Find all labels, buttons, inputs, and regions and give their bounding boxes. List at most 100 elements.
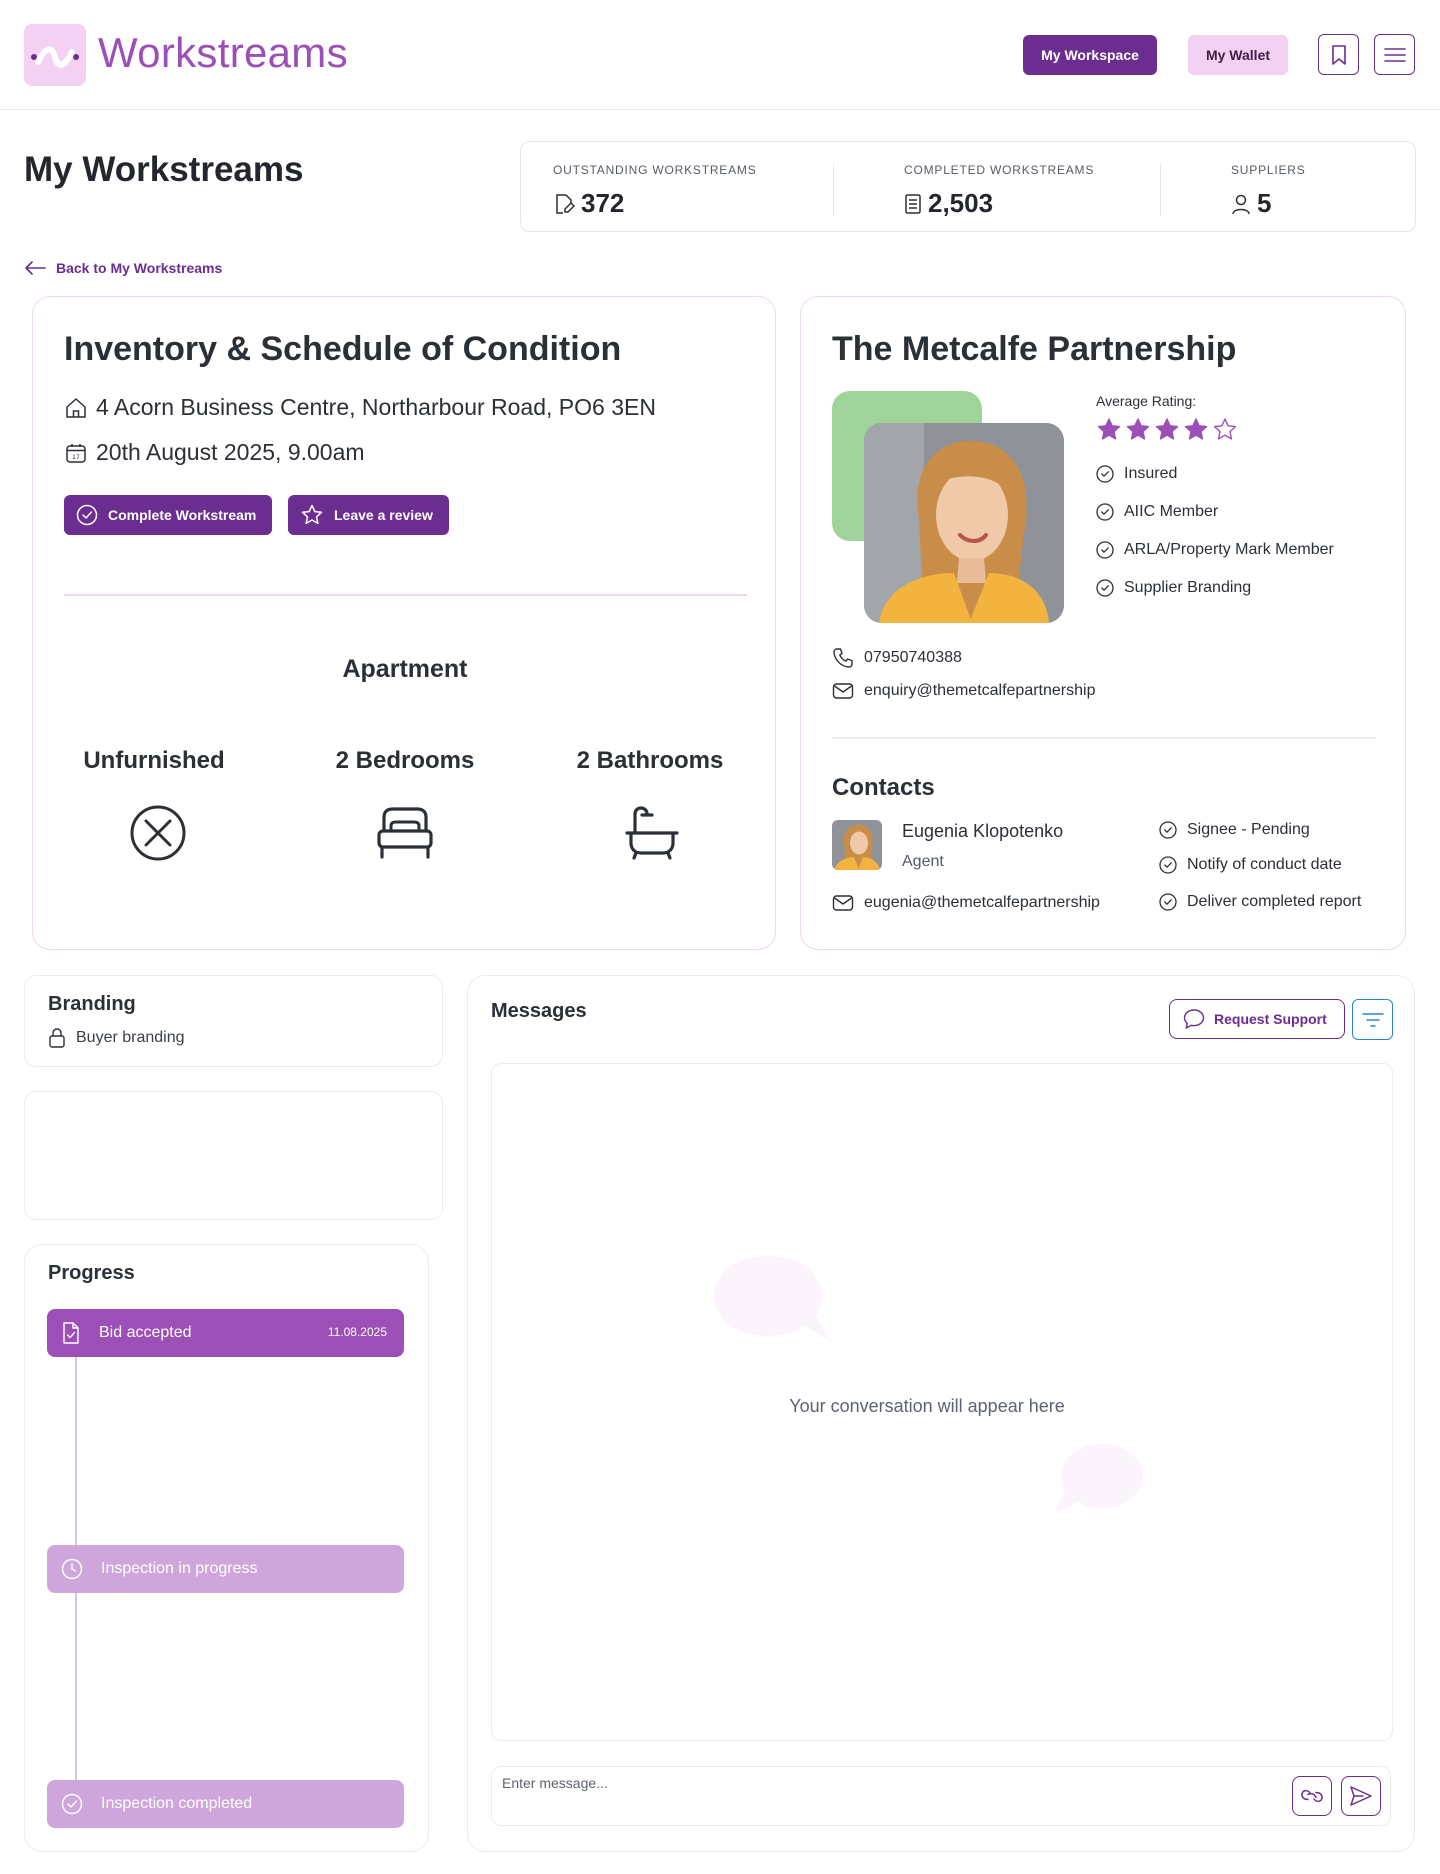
stats-panel: OUTSTANDING WORKSTREAMS 372 COMPLETED WO… xyxy=(520,141,1416,232)
message-composer xyxy=(491,1766,1391,1826)
logo-text[interactable]: Workstreams xyxy=(98,29,348,77)
stat-value: 372 xyxy=(581,188,625,218)
empty-state-text: Your conversation will appear here xyxy=(789,1396,1065,1416)
contacts-title: Contacts xyxy=(832,774,935,801)
progress-step-label: Inspection in progress xyxy=(101,1560,258,1577)
messages-card: Messages Request Support Your conversati… xyxy=(467,975,1415,1852)
divider xyxy=(1160,164,1161,216)
feature-bedrooms: 2 Bedrooms xyxy=(335,747,475,774)
menu-button[interactable] xyxy=(1374,34,1415,75)
messages-title: Messages xyxy=(491,1000,587,1022)
filter-button[interactable] xyxy=(1352,999,1393,1040)
address-row: 4 Acorn Business Centre, Northarbour Roa… xyxy=(64,394,656,421)
branding-value: Buyer branding xyxy=(76,1029,185,1046)
bookmark-button[interactable] xyxy=(1318,34,1359,75)
stat-outstanding: OUTSTANDING WORKSTREAMS 372 xyxy=(553,142,833,231)
stat-value: 5 xyxy=(1257,188,1272,218)
request-support-label: Request Support xyxy=(1214,1011,1327,1027)
property-type: Apartment xyxy=(342,655,468,683)
contact-flag-label: Signee - Pending xyxy=(1187,821,1310,838)
progress-step: Inspection completed xyxy=(47,1780,404,1828)
check-circle-icon xyxy=(1159,893,1177,911)
hamburger-menu-icon xyxy=(1383,47,1406,62)
conversation-area[interactable]: Your conversation will appear here xyxy=(491,1063,1393,1741)
phone-text: 07950740388 xyxy=(864,649,962,666)
attach-link-button[interactable] xyxy=(1292,1776,1332,1816)
check-circle-icon xyxy=(1096,503,1114,521)
progress-step-label: Bid accepted xyxy=(99,1324,192,1341)
user-icon xyxy=(1232,194,1250,214)
stat-value: 2,503 xyxy=(928,188,994,218)
stat-suppliers: SUPPLIERS 5 xyxy=(1231,142,1401,231)
progress-step: Inspection in progress xyxy=(47,1545,404,1593)
progress-step-label: Inspection completed xyxy=(101,1795,253,1812)
bath-icon xyxy=(625,806,679,860)
branding-card: Branding Buyer branding xyxy=(24,975,443,1067)
address-text: 4 Acorn Business Centre, Northarbour Roa… xyxy=(96,394,656,420)
supplier-name: The Metcalfe Partnership xyxy=(832,330,1237,368)
check-circle-icon xyxy=(1159,821,1177,839)
x-circle-icon xyxy=(130,805,186,861)
workstream-title: Inventory & Schedule of Condition xyxy=(64,330,622,368)
contact-email-text: eugenia@themetcalfepartnership xyxy=(864,894,1100,911)
bookmark-icon xyxy=(1331,44,1346,65)
send-icon xyxy=(1350,1786,1372,1806)
accreditation-item: Supplier Branding xyxy=(1096,579,1251,597)
top-header: Workstreams My Workspace My Wallet xyxy=(0,0,1440,110)
star-outline-icon xyxy=(301,504,323,525)
star-filled-icon xyxy=(1184,418,1208,440)
check-circle-icon xyxy=(1096,465,1114,483)
accreditation-item: Insured xyxy=(1096,465,1177,483)
accreditation-label: Supplier Branding xyxy=(1124,579,1252,596)
complete-workstream-label: Complete Workstream xyxy=(108,507,257,523)
request-support-button[interactable]: Request Support xyxy=(1169,999,1345,1039)
bed-icon xyxy=(377,807,433,859)
my-wallet-button[interactable]: My Wallet xyxy=(1188,35,1288,75)
pencil-document-icon xyxy=(556,193,575,214)
divider xyxy=(832,737,1376,739)
star-empty-icon xyxy=(1213,418,1237,440)
branding-value-row: Buyer branding xyxy=(48,1027,185,1049)
back-link[interactable]: Back to My Workstreams xyxy=(24,260,222,276)
accreditation-label: Insured xyxy=(1124,465,1178,482)
avatar xyxy=(832,820,882,870)
workstream-card: Inventory & Schedule of Condition 4 Acor… xyxy=(32,296,776,950)
contact-email-row[interactable]: eugenia@themetcalfepartnership xyxy=(832,893,1100,913)
progress-step-date: 11.08.2025 xyxy=(327,1325,387,1339)
email-row[interactable]: enquiry@themetcalfepartnership xyxy=(832,681,1095,701)
empty-panel xyxy=(24,1091,443,1220)
date-text: 20th August 2025, 9.00am xyxy=(96,439,365,465)
contact-flag: Notify of conduct date xyxy=(1159,856,1342,874)
accreditation-label: AIIC Member xyxy=(1124,503,1219,520)
leave-review-button[interactable]: Leave a review xyxy=(288,495,449,535)
rating-label: Average Rating: xyxy=(1096,393,1197,409)
phone-row[interactable]: 07950740388 xyxy=(832,647,962,669)
arrow-left-icon xyxy=(25,261,46,275)
contact-flag-label: Notify of conduct date xyxy=(1187,856,1342,873)
mail-icon xyxy=(832,895,854,911)
complete-workstream-button[interactable]: Complete Workstream xyxy=(64,495,273,535)
chat-bubble-icon xyxy=(1183,1009,1205,1029)
contact-name: Eugenia Klopotenko xyxy=(902,821,1064,841)
stat-label: COMPLETED WORKSTREAMS xyxy=(904,163,1095,177)
message-input[interactable] xyxy=(502,1775,1202,1791)
chat-bubble-decoration-icon xyxy=(714,1256,830,1340)
stat-completed: COMPLETED WORKSTREAMS 2,503 xyxy=(904,142,1154,231)
accreditation-item: AIIC Member xyxy=(1096,503,1218,521)
supplier-photo xyxy=(864,423,1064,623)
stat-label: SUPPLIERS xyxy=(1231,163,1306,177)
lock-icon xyxy=(49,1028,65,1048)
send-button[interactable] xyxy=(1341,1776,1381,1816)
filter-icon xyxy=(1361,1012,1384,1027)
rating-stars xyxy=(1096,417,1238,441)
feature-furnishing: Unfurnished xyxy=(83,747,225,774)
my-workspace-button[interactable]: My Workspace xyxy=(1023,35,1157,75)
link-icon xyxy=(1301,1789,1323,1803)
star-filled-icon xyxy=(1126,418,1150,440)
email-text: enquiry@themetcalfepartnership xyxy=(864,682,1096,699)
contact-flag: Signee - Pending xyxy=(1159,821,1310,839)
phone-icon xyxy=(833,648,853,668)
contact-flag: Deliver completed report xyxy=(1159,893,1361,911)
clock-icon xyxy=(61,1558,83,1580)
logo-icon[interactable] xyxy=(24,24,86,86)
